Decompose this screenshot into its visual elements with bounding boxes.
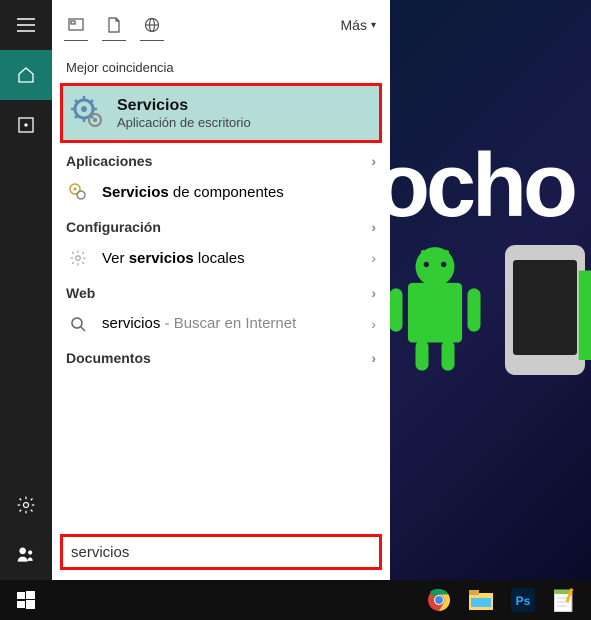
filter-apps-icon[interactable] — [60, 9, 92, 41]
item-label: servicios - Buscar en Internet — [102, 315, 296, 332]
search-panel: Más ▾ Mejor coincidencia Servicios Aplic… — [52, 0, 390, 580]
best-match-subtitle: Aplicación de escritorio — [117, 115, 251, 130]
filter-web-icon[interactable] — [136, 9, 168, 41]
taskbar-pinned: Ps — [413, 586, 591, 614]
chevron-right-icon: › — [371, 250, 376, 266]
chevron-right-icon: › — [371, 285, 376, 301]
gear-icon — [66, 249, 90, 267]
item-label: Servicios de componentes — [102, 184, 284, 201]
taskbar: Ps — [0, 580, 591, 620]
panel-toolbar: Más ▾ — [52, 0, 390, 50]
taskbar-explorer-icon[interactable] — [467, 586, 495, 614]
more-filters-button[interactable]: Más ▾ — [335, 17, 382, 33]
bg-android-icon — [390, 245, 490, 375]
left-rail — [0, 0, 52, 580]
chevron-right-icon: › — [371, 350, 376, 366]
svg-text:Ps: Ps — [516, 594, 531, 608]
apps-header-label: Aplicaciones — [66, 153, 152, 169]
taskbar-notepad-icon[interactable] — [551, 586, 579, 614]
item-servicios-componentes[interactable]: Servicios de componentes — [52, 175, 390, 209]
rail-apps-button[interactable] — [0, 100, 52, 150]
best-match-item[interactable]: Servicios Aplicación de escritorio — [60, 83, 382, 143]
hamburger-button[interactable] — [0, 0, 52, 50]
item-web-search[interactable]: servicios - Buscar en Internet › — [52, 307, 390, 340]
search-icon — [66, 316, 90, 332]
desktop-background: ocho N — [390, 0, 591, 580]
bg-logo-n: N — [570, 240, 591, 390]
web-category-header[interactable]: Web › — [52, 275, 390, 307]
taskbar-chrome-icon[interactable] — [425, 586, 453, 614]
services-icon — [71, 96, 105, 130]
best-match-title: Servicios — [117, 97, 251, 115]
rail-settings-button[interactable] — [0, 480, 52, 530]
search-input[interactable] — [63, 544, 379, 561]
chevron-down-icon: ▾ — [371, 20, 376, 31]
rail-home-button[interactable] — [0, 50, 52, 100]
web-header-label: Web — [66, 285, 95, 301]
config-category-header[interactable]: Configuración › — [52, 209, 390, 241]
chevron-right-icon: › — [371, 316, 376, 332]
docs-category-header[interactable]: Documentos › — [52, 340, 390, 372]
best-match-header: Mejor coincidencia — [52, 50, 390, 83]
docs-header-label: Documentos — [66, 350, 151, 366]
component-services-icon — [66, 183, 90, 201]
item-ver-servicios-locales[interactable]: Ver servicios locales › — [52, 241, 390, 275]
item-label: Ver servicios locales — [102, 250, 245, 267]
rail-feedback-button[interactable] — [0, 530, 52, 580]
more-label: Más — [341, 17, 367, 33]
taskbar-photoshop-icon[interactable]: Ps — [509, 586, 537, 614]
chevron-right-icon: › — [371, 219, 376, 235]
chevron-right-icon: › — [371, 153, 376, 169]
apps-category-header[interactable]: Aplicaciones › — [52, 143, 390, 175]
bg-logo-text: ocho — [390, 135, 574, 238]
config-header-label: Configuración — [66, 219, 161, 235]
search-box-wrap — [60, 534, 382, 570]
filter-docs-icon[interactable] — [98, 9, 130, 41]
start-button[interactable] — [0, 580, 52, 620]
